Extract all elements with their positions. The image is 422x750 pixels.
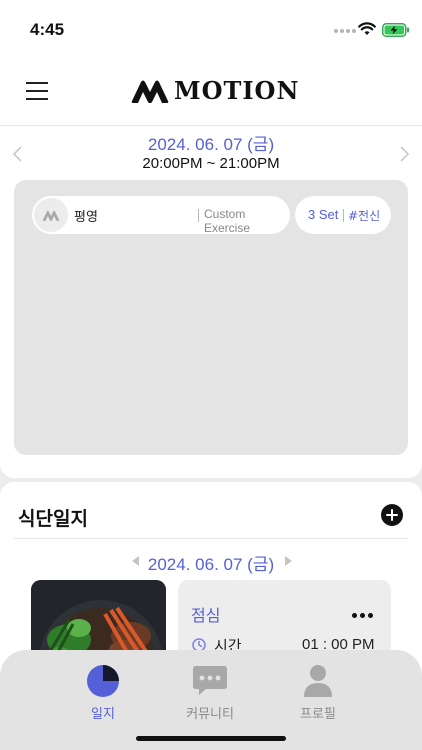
exercise-category: Custom Exercise <box>204 207 251 235</box>
diet-title: 식단일지 <box>18 508 88 530</box>
logo-mark-icon <box>131 80 169 103</box>
person-icon <box>304 665 332 697</box>
tab-label: 커뮤니티 <box>186 707 234 722</box>
next-day-arrow-icon[interactable] <box>284 556 292 566</box>
divider <box>343 209 344 222</box>
status-time: 4:45 <box>30 20 65 39</box>
wifi-icon <box>358 22 376 35</box>
motion-logo-icon <box>42 210 60 221</box>
chat-icon <box>193 666 227 695</box>
pie-chart-icon <box>87 665 119 697</box>
exercise-item[interactable]: 평영 Custom Exercise <box>32 196 290 235</box>
divider <box>14 538 408 539</box>
workout-time-range: 20:00PM ~ 21:00PM <box>142 155 280 172</box>
tab-journal[interactable]: 일지 <box>58 664 148 722</box>
plus-icon <box>386 509 398 521</box>
app-header: MOTION <box>0 58 422 126</box>
exercise-name: 평영 <box>74 210 98 225</box>
workout-date[interactable]: 2024. 06. 07 (금) <box>0 130 422 155</box>
logo-wordmark: MOTION <box>174 76 300 105</box>
more-options-icon[interactable] <box>352 613 373 618</box>
exercise-panel: 평영 Custom Exercise 3 Set #전신 <box>14 180 408 455</box>
exercise-tag: #전신 <box>348 209 381 223</box>
tab-profile[interactable]: 프로필 <box>273 664 363 722</box>
bottom-tab-bar: 일지 커뮤니티 프로필 <box>0 650 422 750</box>
battery-charging-icon <box>382 23 409 37</box>
status-bar: 4:45 <box>0 0 422 58</box>
add-meal-button[interactable] <box>381 504 403 526</box>
diet-date[interactable]: 2024. 06. 07 (금) <box>0 550 422 575</box>
home-indicator <box>136 736 286 741</box>
workout-card: MOTION 2024. 06. 07 (금) 20:00PM ~ 21:00P… <box>0 58 422 478</box>
cellular-signal-icon <box>334 29 356 33</box>
tab-label: 일지 <box>91 707 115 722</box>
tab-community[interactable]: 커뮤니티 <box>165 664 255 722</box>
divider <box>198 209 199 222</box>
tab-label: 프로필 <box>300 707 336 722</box>
meal-name: 점심 <box>191 606 221 625</box>
motion-logo: MOTION <box>130 76 299 105</box>
exercise-sets: 3 Set <box>308 207 339 222</box>
exercise-set-pill[interactable]: 3 Set #전신 <box>295 196 391 234</box>
hamburger-icon[interactable] <box>26 81 48 101</box>
exercise-avatar <box>34 198 68 232</box>
